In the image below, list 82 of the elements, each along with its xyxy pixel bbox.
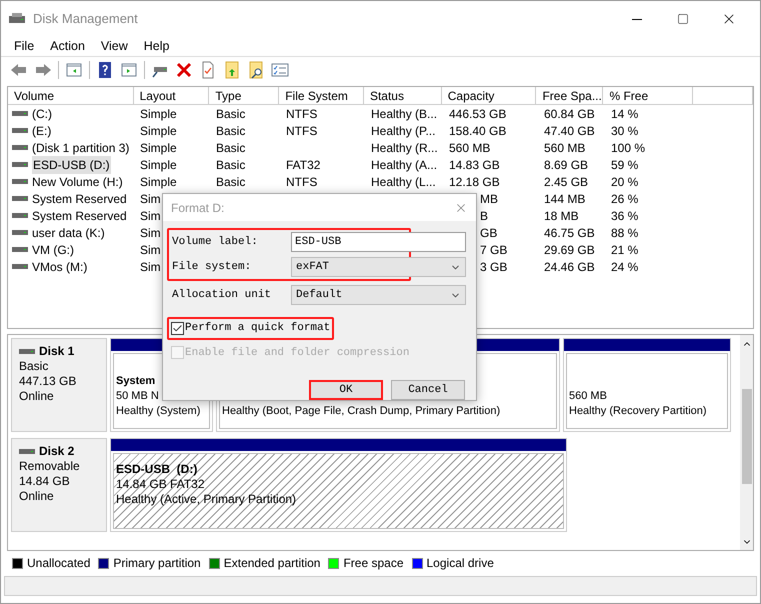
table-cell-text: 29.69 GB: [544, 242, 595, 258]
table-cell-text: Simple: [140, 156, 177, 174]
partition-detail: 560 MB: [569, 389, 607, 404]
table-cell-text: Sim: [140, 208, 161, 224]
disk-type: Removable: [19, 459, 81, 474]
partition-detail: 14.84 GB FAT32: [116, 477, 204, 492]
table-cell-text: 20 %: [611, 174, 638, 190]
table-cell-text: Basic: [216, 106, 246, 122]
window-title: Disk Management: [33, 10, 138, 28]
table-cell-text: 26 %: [611, 190, 638, 208]
table-cell-text: 560 MB: [544, 140, 586, 156]
field-label: File system:: [171, 260, 252, 275]
dialog-title: Format D:: [171, 200, 224, 216]
table-cell-text: 46.75 GB: [544, 224, 595, 242]
partition-detail: Healthy (Recovery Partition): [569, 404, 707, 419]
disk-size: 14.84 GB: [19, 474, 71, 489]
table-cell-text: 88 %: [611, 224, 638, 242]
legend-label: Logical drive: [426, 555, 494, 572]
table-cell-text: Healthy (P...: [371, 122, 436, 140]
partition-detail: Healthy (System): [116, 404, 200, 419]
field-label: Volume label:: [171, 234, 259, 250]
table-cell-text: Simple: [140, 140, 177, 156]
table-cell-text: Sim: [140, 224, 161, 242]
partition-detail: 50 MB N: [116, 389, 159, 404]
table-cell-text: 60.84 GB: [544, 106, 595, 122]
table-cell-text: 47.40 GB: [544, 122, 595, 140]
partition-detail: Healthy (Boot, Page File, Crash Dump, Primary Partition): [222, 404, 500, 419]
table-cell-text: 2.45 GB: [544, 174, 588, 190]
table-cell-text: B: [480, 208, 488, 224]
table-cell-text: 144 MB: [544, 190, 586, 208]
table-cell-text: 158.40 GB: [449, 122, 506, 140]
checkbox-label: Perform a quick format: [185, 321, 330, 336]
table-cell-text: Healthy (B...: [371, 106, 438, 122]
table-cell-text: GB: [480, 224, 498, 242]
partition-title: System: [116, 374, 156, 389]
table-cell-text: Sim: [140, 242, 161, 258]
table-cell-text: 7 GB: [480, 242, 508, 258]
table-cell-text: NTFS: [286, 122, 318, 140]
table-cell-text: 3 GB: [480, 258, 508, 276]
table-cell-text: 24.46 GB: [544, 258, 595, 276]
table-cell-text: Basic: [216, 174, 246, 190]
table-cell-text: NTFS: [286, 106, 318, 122]
table-cell-text: 14.83 GB: [449, 156, 500, 174]
partition-title: ESD-USB (D:): [116, 462, 198, 477]
table-cell-text: Sim: [140, 258, 161, 276]
legend-label: Unallocated: [27, 555, 90, 572]
table-cell-text: 8.69 GB: [544, 156, 588, 174]
field-label: Allocation unit: [171, 288, 272, 303]
table-cell-text: 446.53 GB: [449, 106, 506, 122]
disk-status: Online: [19, 489, 55, 504]
table-cell-text: 21 %: [611, 242, 638, 258]
table-cell-text: 36 %: [611, 208, 638, 224]
table-cell-text: MB: [480, 190, 498, 208]
disk-type: Basic: [19, 359, 50, 374]
table-cell-text: Healthy (L...: [371, 174, 436, 190]
legend-label: Extended partition: [224, 555, 320, 572]
disk-name: Disk 1: [39, 344, 74, 359]
table-cell-text: Healthy (A...: [371, 156, 438, 174]
table-cell-text: Simple: [140, 122, 177, 140]
table-cell-text: 59 %: [611, 156, 638, 174]
table-cell-text: 560 MB: [449, 140, 490, 156]
legend-label: Free space: [343, 555, 404, 572]
table-cell-text: FAT32: [286, 156, 320, 174]
table-cell-text: Basic: [216, 156, 246, 174]
partition-detail: Healthy (Active, Primary Partition): [116, 492, 296, 507]
table-cell-text: 24 %: [611, 258, 638, 276]
table-cell-text: Basic: [216, 122, 246, 140]
table-cell-text: 14 %: [611, 106, 638, 122]
disk-size: 447.13 GB: [19, 374, 78, 389]
table-cell-text: NTFS: [286, 174, 318, 190]
legend-label: Primary partition: [113, 555, 201, 572]
disk-name: Disk 2: [39, 444, 74, 459]
table-cell-text: Simple: [140, 174, 177, 190]
table-cell-text: Healthy (R...: [371, 140, 438, 156]
table-cell-text: Simple: [140, 106, 177, 122]
table-cell-text: Sim: [140, 190, 161, 208]
table-cell-text: 100 %: [611, 140, 646, 156]
table-cell-text: 30 %: [611, 122, 638, 140]
table-cell-text: 12.18 GB: [449, 174, 500, 190]
disk-status: Online: [19, 389, 55, 404]
table-cell-text: Basic: [216, 140, 246, 156]
table-cell-text: 18 MB: [544, 208, 579, 224]
